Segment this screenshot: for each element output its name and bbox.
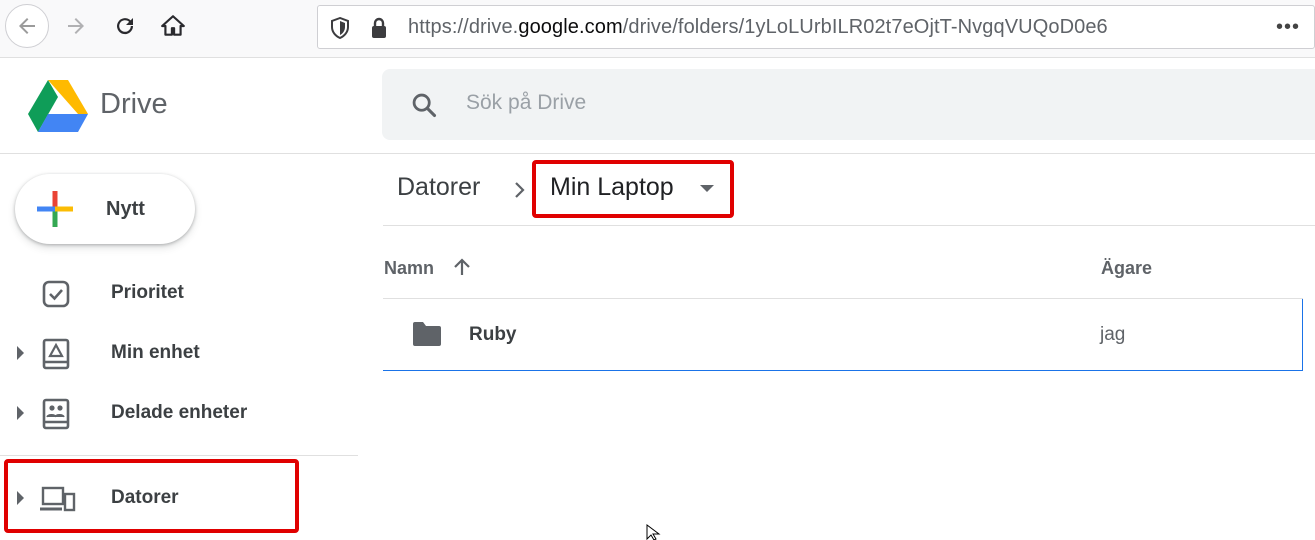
- table-row[interactable]: Ruby jag: [383, 299, 1303, 371]
- shield-icon[interactable]: [330, 17, 350, 39]
- main-divider: [383, 225, 1315, 226]
- page-actions-button[interactable]: •••: [1276, 16, 1300, 39]
- url-domain: google.com: [518, 16, 623, 38]
- sidebar-item-label: Delade enheter: [111, 402, 248, 423]
- back-button[interactable]: [5, 4, 49, 48]
- column-header-owner[interactable]: Ägare: [1101, 258, 1152, 279]
- header-divider: [0, 153, 1315, 154]
- sidebar-item-label: Prioritet: [111, 282, 184, 303]
- column-header-name[interactable]: Namn: [384, 258, 434, 279]
- new-button-label: Nytt: [106, 198, 145, 220]
- expand-caret-icon[interactable]: [17, 406, 24, 420]
- highlight-box: [4, 459, 299, 533]
- sidebar-item-label: Min enhet: [111, 342, 200, 363]
- search-input[interactable]: [466, 91, 966, 115]
- plus-icon: [37, 191, 73, 227]
- drive-logo-icon[interactable]: [28, 80, 88, 132]
- home-button[interactable]: [155, 8, 191, 44]
- sidebar-item-shared-drives[interactable]: Delade enheter: [0, 388, 358, 438]
- url-path: /drive/folders/1yLoLUrbILR02t7eOjtT-Nvgq…: [622, 16, 1108, 38]
- url-prefix: https://drive.: [408, 16, 519, 38]
- arrow-left-icon: [19, 18, 35, 34]
- search-icon[interactable]: [410, 91, 438, 119]
- breadcrumb-root[interactable]: Datorer: [397, 173, 480, 202]
- sidebar-item-priority[interactable]: Prioritet: [0, 268, 358, 318]
- my-drive-icon: [42, 338, 70, 370]
- file-owner: jag: [1100, 324, 1126, 345]
- home-icon: [161, 15, 185, 36]
- arrow-right-icon: [68, 18, 84, 34]
- folder-icon: [413, 322, 441, 346]
- highlight-box: [532, 160, 734, 218]
- url-bar[interactable]: https://drive.google.com/drive/folders/1…: [317, 5, 1315, 49]
- expand-caret-icon[interactable]: [17, 346, 24, 360]
- sidebar-divider: [0, 455, 358, 456]
- priority-check-icon: [42, 280, 70, 308]
- url-text[interactable]: https://drive.google.com/drive/folders/1…: [408, 16, 1108, 39]
- browser-toolbar: https://drive.google.com/drive/folders/1…: [0, 0, 1315, 58]
- search-box[interactable]: [382, 69, 1315, 140]
- arrow-up-icon[interactable]: [451, 256, 473, 278]
- new-button[interactable]: Nytt: [15, 174, 195, 244]
- sidebar-item-my-drive[interactable]: Min enhet: [0, 328, 358, 378]
- file-name: Ruby: [469, 324, 517, 345]
- reload-button[interactable]: [107, 8, 143, 44]
- forward-button[interactable]: [58, 8, 94, 44]
- mouse-cursor-icon: [646, 524, 661, 540]
- shared-drives-icon: [42, 398, 70, 430]
- chevron-right-icon: [515, 182, 525, 198]
- lock-icon[interactable]: [370, 17, 388, 39]
- app-name[interactable]: Drive: [100, 88, 168, 121]
- reload-icon: [117, 18, 134, 35]
